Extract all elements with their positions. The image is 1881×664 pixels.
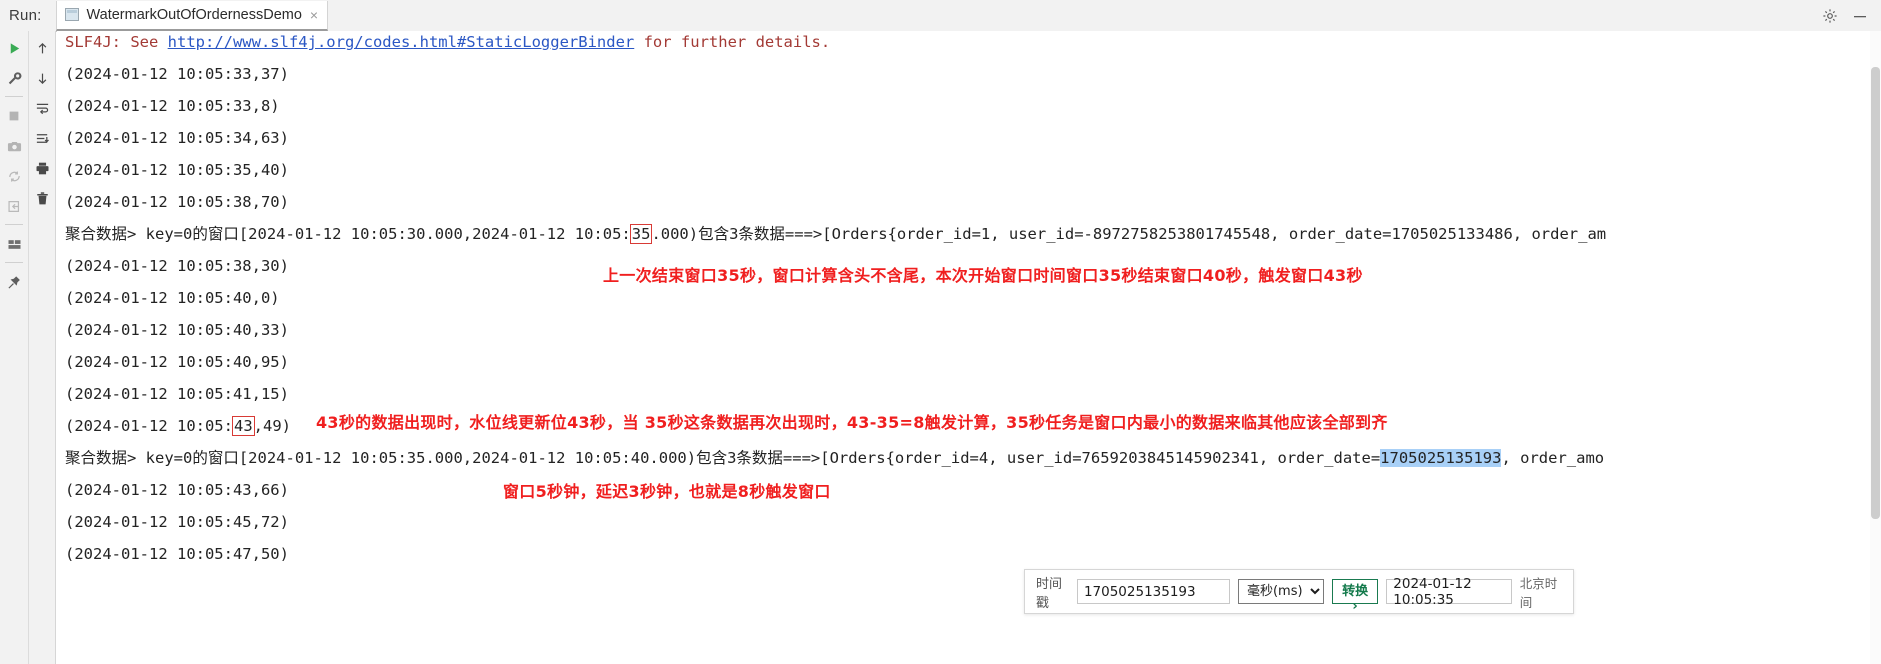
tab-watermark-demo[interactable]: WatermarkOutOfOrdernessDemo × [55, 0, 329, 31]
console-text: (2024-01-12 10:05:40,0) [65, 289, 280, 307]
trash-icon[interactable] [30, 185, 56, 211]
scrollbar-thumb[interactable] [1871, 67, 1880, 519]
pin-icon[interactable] [1, 269, 27, 295]
minimize-icon[interactable] [1852, 8, 1868, 24]
console-text: (2024-01-12 10:05:41,15) [65, 385, 289, 403]
convert-button[interactable]: 转换 › [1331, 579, 1379, 614]
console-line[interactable]: (2024-01-12 10:05:33,37) [65, 66, 289, 83]
console-line[interactable]: SLF4J: See http://www.slf4j.org/codes.ht… [65, 34, 830, 51]
gear-icon[interactable] [1822, 8, 1838, 24]
unit-select[interactable]: 毫秒(ms)秒(s) [1237, 579, 1324, 604]
export-icon[interactable] [1, 193, 27, 219]
run-actions-toolbar [0, 31, 28, 295]
converted-datetime-output[interactable]: 2024-01-12 10:05:35 [1386, 576, 1512, 608]
toolbar-divider-2 [5, 224, 23, 225]
console-line[interactable]: (2024-01-12 10:05:40,95) [65, 354, 289, 371]
console-text: (2024-01-12 10:05:43,66) [65, 481, 289, 499]
header-actions [1822, 8, 1881, 24]
console-text: .000)包含3条数据===>[Orders{order_id=1, user_… [651, 225, 1607, 243]
console-line[interactable]: (2024-01-12 10:05:47,50) [65, 546, 289, 563]
camera-icon[interactable] [1, 133, 27, 159]
highlighted-token: 35 [629, 224, 653, 244]
console-text: (2024-01-12 10:05:40,95) [65, 353, 289, 371]
console-line[interactable]: (2024-01-12 10:05:38,70) [65, 194, 289, 211]
console-actions-toolbar [28, 31, 56, 664]
console-text: (2024-01-12 10:05:33,8) [65, 97, 280, 115]
close-icon[interactable]: × [310, 8, 318, 22]
console-line[interactable]: (2024-01-12 10:05:41,15) [65, 386, 289, 403]
timezone-label: 北京时间 [1519, 575, 1558, 610]
console-text: (2024-01-12 10:05:45,72) [65, 513, 289, 531]
console-text: ,49) [253, 417, 291, 435]
console-text: 聚合数据> key=0的窗口[2024-01-12 10:05:35.000,2… [65, 449, 1381, 467]
console-line[interactable]: (2024-01-12 10:05:43,66) [65, 482, 289, 499]
run-toolwindow-header: Run: WatermarkOutOfOrdernessDemo × [0, 0, 1881, 32]
console-line[interactable]: (2024-01-12 10:05:38,30) [65, 258, 289, 275]
timestamp-input[interactable] [1076, 579, 1230, 604]
highlighted-token: 43 [231, 416, 255, 436]
console-line[interactable]: (2024-01-12 10:05:40,33) [65, 322, 289, 339]
layout-icon[interactable] [1, 231, 27, 257]
arrow-down-icon[interactable] [30, 65, 56, 91]
console-line[interactable]: (2024-01-12 10:05:33,8) [65, 98, 280, 115]
console-text: (2024-01-12 10:05:47,50) [65, 545, 289, 563]
console-text: (2024-01-12 10:05:34,63) [65, 129, 289, 147]
console-text: (2024-01-12 10:05:35,40) [65, 161, 289, 179]
red-annotation-text: 窗口5秒钟，延迟3秒钟，也就是8秒触发窗口 [503, 482, 831, 501]
run-configuration-icon [64, 8, 79, 21]
soft-wrap-icon[interactable] [30, 95, 56, 121]
timestamp-label: 时间戳 [1036, 576, 1063, 611]
console-line[interactable]: 聚合数据> key=0的窗口[2024-01-12 10:05:30.000,2… [65, 224, 1607, 244]
console-text: (2024-01-12 10:05:40,33) [65, 321, 289, 339]
console-line[interactable]: 聚合数据> key=0的窗口[2024-01-12 10:05:35.000,2… [65, 449, 1605, 467]
console-scrollbar[interactable] [1870, 31, 1881, 664]
restore-layout-icon[interactable] [1, 163, 27, 189]
console-text: 聚合数据> key=0的窗口[2024-01-12 10:05:30.000,2… [65, 225, 631, 243]
console-line[interactable]: (2024-01-12 10:05:35,40) [65, 162, 289, 179]
tab-label: WatermarkOutOfOrdernessDemo [86, 6, 302, 23]
red-annotation-text: 43秒的数据出现时，水位线更新位43秒，当 35秒这条数据再次出现时，43-35… [316, 413, 1388, 432]
console-line[interactable]: (2024-01-12 10:05:43,49) [65, 416, 291, 436]
run-label: Run: [9, 7, 42, 24]
console-text: (2024-01-12 10:05: [65, 417, 233, 435]
console-text: (2024-01-12 10:05:38,30) [65, 257, 289, 275]
toolbar-divider [5, 96, 23, 97]
console-line[interactable]: (2024-01-12 10:05:40,0) [65, 290, 280, 307]
console-toolbars [0, 31, 56, 664]
run-tool-window: Run: WatermarkOutOfOrdernessDemo × SLF4J… [0, 0, 1881, 664]
console-text: for further details. [634, 33, 831, 51]
console-text: SLF4J: See [65, 33, 168, 51]
toolbar-divider-3 [5, 262, 23, 263]
console-line[interactable]: (2024-01-12 10:05:45,72) [65, 514, 289, 531]
arrow-up-icon[interactable] [30, 35, 56, 61]
timestamp-converter-widget[interactable]: 时间戳 毫秒(ms)秒(s) 转换 › 2024-01-12 10:05:35 … [1024, 569, 1574, 614]
console-output[interactable]: SLF4J: See http://www.slf4j.org/codes.ht… [57, 31, 1871, 664]
console-text: , order_amo [1501, 449, 1605, 467]
run-icon[interactable] [1, 35, 27, 61]
print-icon[interactable] [30, 155, 56, 181]
selected-text[interactable]: 1705025135193 [1380, 449, 1502, 467]
console-text: (2024-01-12 10:05:38,70) [65, 193, 289, 211]
slf4j-link[interactable]: http://www.slf4j.org/codes.html#StaticLo… [168, 33, 635, 51]
console-line[interactable]: (2024-01-12 10:05:34,63) [65, 130, 289, 147]
console-text: (2024-01-12 10:05:33,37) [65, 65, 289, 83]
wrench-icon[interactable] [1, 65, 27, 91]
scroll-to-end-icon[interactable] [30, 125, 56, 151]
stop-icon[interactable] [1, 103, 27, 129]
red-annotation-text: 上一次结束窗口35秒，窗口计算含头不含尾，本次开始窗口时间窗口35秒结束窗口40… [603, 266, 1363, 285]
